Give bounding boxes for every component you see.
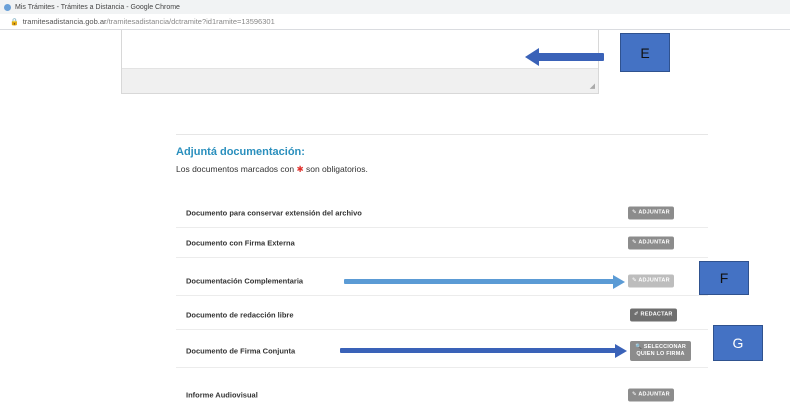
- subtitle-suffix: son obligatorios.: [303, 164, 368, 174]
- document-row: Informe Audiovisual ✎ ADJUNTAR: [176, 380, 708, 410]
- document-label: Documento de redacción libre: [186, 310, 294, 319]
- document-label: Documento de Firma Conjunta: [186, 346, 296, 355]
- draft-button[interactable]: ✐ REDACTAR: [630, 308, 677, 321]
- attach-button[interactable]: ✎ ADJUNTAR: [628, 236, 674, 249]
- arrow-e-line: [538, 53, 604, 61]
- section-divider: [176, 134, 708, 135]
- document-label: Informe Audiovisual: [186, 390, 258, 400]
- select-signer-line1: 🔍 SELECCIONAR: [635, 343, 687, 350]
- lock-icon: 🔒: [10, 18, 19, 26]
- document-label: Documentación Complementaria: [186, 276, 304, 285]
- browser-title-bar: Mis Trámites - Trámites a Distancia - Go…: [0, 0, 790, 14]
- arrow-f-head-icon: [613, 275, 625, 289]
- site-favicon-icon: [4, 3, 11, 11]
- textarea-footer: [122, 68, 598, 93]
- callout-g-label: G: [732, 335, 744, 351]
- document-row: Documento con Firma Externa ✎ ADJUNTAR: [176, 228, 708, 258]
- callout-e: E: [620, 33, 670, 72]
- attach-button[interactable]: ✎ ADJUNTAR: [628, 206, 674, 219]
- document-row: Documento de redacción libre ✐ REDACTAR: [176, 300, 708, 330]
- resize-grip-icon[interactable]: ◢: [590, 82, 595, 90]
- address-bar[interactable]: 🔒 tramitesadistancia.gob.ar/tramitesadis…: [0, 14, 790, 30]
- callout-f-label: F: [719, 270, 729, 286]
- required-asterisk-icon: ✱: [296, 164, 304, 174]
- document-row: Documento para conservar extensión del a…: [176, 198, 708, 228]
- document-label: Documento con Firma Externa: [186, 238, 295, 247]
- attach-button[interactable]: ✎ ADJUNTAR: [628, 388, 674, 402]
- select-signer-line2: QUIEN LO FIRMA: [636, 350, 685, 357]
- arrow-g-head-icon: [615, 344, 627, 358]
- callout-g: G: [713, 325, 763, 361]
- subtitle-prefix: Los documentos marcados con: [176, 164, 297, 174]
- arrow-f-line: [344, 279, 614, 284]
- window-title: Mis Trámites - Trámites a Distancia - Go…: [15, 3, 180, 11]
- callout-e-label: E: [640, 44, 650, 61]
- section-subtitle: Los documentos marcados con ✱ son obliga…: [176, 164, 368, 175]
- arrow-e-head-icon: [525, 48, 539, 66]
- callout-f: F: [699, 261, 749, 295]
- attach-button[interactable]: ✎ ADJUNTAR: [628, 274, 674, 287]
- document-label: Documento para conservar extensión del a…: [186, 208, 362, 217]
- section-title: Adjuntá documentación:: [176, 146, 305, 158]
- url-host: tramitesadistancia.gob.ar: [22, 17, 107, 26]
- arrow-g-line: [340, 348, 616, 353]
- url-path: /tramitesadistancia/dctramite?id1ramite=…: [106, 17, 275, 26]
- select-signer-button[interactable]: 🔍 SELECCIONAR QUIEN LO FIRMA: [630, 340, 692, 361]
